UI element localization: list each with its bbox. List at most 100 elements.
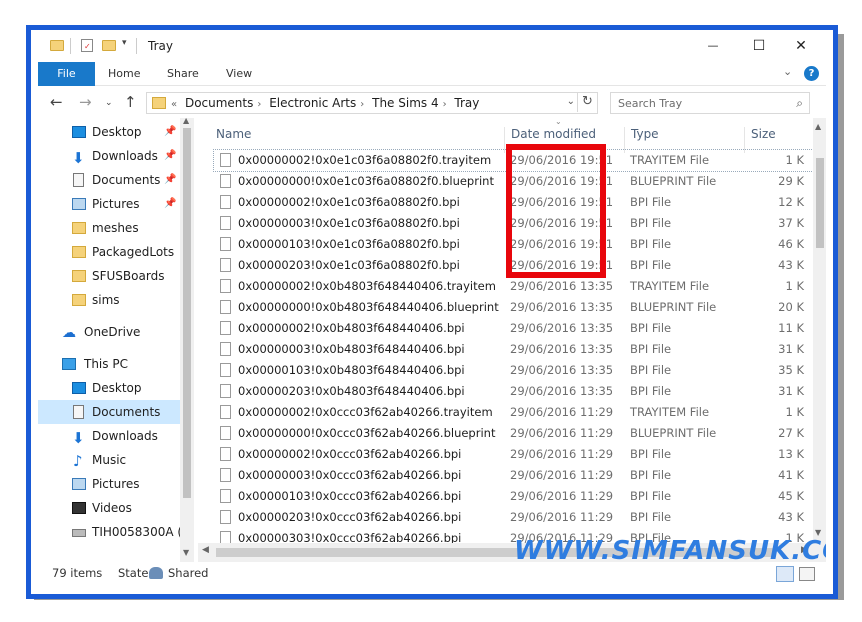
file-date: 29/06/2016 11:29	[510, 447, 614, 461]
file-list-scrollbar[interactable]: ▲ ▼	[813, 118, 826, 562]
table-row[interactable]: 0x00000000!0x0b4803f648440406.blueprint 2…	[214, 297, 813, 318]
help-button[interactable]: ?	[804, 66, 819, 81]
file-name: 0x00000002!0x0b4803f648440406.bpi	[238, 321, 465, 335]
file-size: 43 K	[778, 510, 804, 524]
pin-icon[interactable]: 📌	[164, 192, 176, 216]
folder-icon	[72, 222, 86, 234]
nav-pane-scrollbar[interactable]: ▲ ▼	[180, 116, 194, 562]
highlight-box	[506, 144, 606, 278]
breadcrumb-tray[interactable]: Tray	[454, 96, 479, 110]
navigation-bar: ← → ⌄ ↑ « Documents › Electronic Arts › Th…	[38, 88, 826, 118]
address-bar[interactable]: « Documents › Electronic Arts › The Sims 4…	[146, 92, 598, 114]
scroll-down-icon[interactable]: ▼	[183, 548, 189, 557]
breadcrumb-documents[interactable]: Documents	[185, 96, 253, 110]
file-size: 45 K	[778, 489, 804, 503]
table-row[interactable]: 0x00000203!0x0b4803f648440406.bpi 29/06/2…	[214, 381, 813, 402]
table-row[interactable]: 0x00000002!0x0b4803f648440406.trayitem 29…	[214, 276, 813, 297]
table-row[interactable]: 0x00000000!0x0ccc03f62ab40266.blueprint 2…	[214, 423, 813, 444]
nav-item-sfusboards[interactable]: SFUSBoards	[38, 264, 180, 288]
breadcrumb-electronic-arts[interactable]: Electronic Arts	[269, 96, 356, 110]
table-row[interactable]: 0x00000002!0x0ccc03f62ab40266.trayitem 29…	[214, 402, 813, 423]
file-date: 29/06/2016 13:35	[510, 279, 614, 293]
nav-item-desktop[interactable]: Desktop 📌	[38, 120, 180, 144]
column-size[interactable]: Size	[751, 127, 776, 141]
file-icon	[220, 489, 231, 503]
nav-item-pc-videos[interactable]: Videos	[38, 496, 180, 520]
divider	[70, 38, 71, 54]
table-row[interactable]: 0x00000203!0x0ccc03f62ab40266.bpi 29/06/2…	[214, 507, 813, 528]
file-type: BPI File	[630, 216, 672, 230]
nav-item-pc-documents[interactable]: Documents	[38, 400, 180, 424]
expand-ribbon-icon[interactable]: ⌄	[783, 65, 792, 78]
file-size: 31 K	[778, 342, 804, 356]
table-row[interactable]: 0x00000003!0x0ccc03f62ab40266.bpi 29/06/2…	[214, 465, 813, 486]
column-date-modified[interactable]: Date modified	[511, 127, 596, 141]
scrollbar-thumb[interactable]	[816, 158, 824, 248]
nav-item-pc-drive[interactable]: TIH0058300A (C:	[38, 520, 194, 544]
nav-item-pc-pictures[interactable]: Pictures	[38, 472, 180, 496]
table-row[interactable]: 0x00000002!0x0ccc03f62ab40266.bpi 29/06/2…	[214, 444, 813, 465]
tab-view[interactable]: View	[226, 62, 252, 86]
chevron-right-icon: ›	[257, 99, 262, 110]
file-type: BPI File	[630, 237, 672, 251]
table-row[interactable]: 0x00000103!0x0b4803f648440406.bpi 29/06/2…	[214, 360, 813, 381]
scroll-left-icon[interactable]: ◀	[202, 545, 209, 555]
file-name: 0x00000003!0x0ccc03f62ab40266.bpi	[238, 468, 462, 482]
chevron-right-icon: ›	[360, 99, 365, 110]
nav-item-downloads[interactable]: ⬇ Downloads 📌	[38, 144, 180, 168]
close-button[interactable]: ✕	[778, 35, 824, 57]
nav-item-sims[interactable]: sims	[38, 288, 180, 312]
quick-access-dropdown-icon[interactable]: ▾	[122, 38, 127, 48]
scroll-up-icon[interactable]: ▲	[183, 116, 189, 125]
column-name[interactable]: Name	[216, 127, 251, 141]
nav-item-meshes[interactable]: meshes	[38, 216, 180, 240]
tab-file[interactable]: File	[38, 62, 95, 86]
new-folder-icon[interactable]	[102, 40, 116, 51]
search-input[interactable]: Search Tray ⌕	[610, 92, 810, 114]
scroll-up-icon[interactable]: ▲	[815, 122, 821, 131]
breadcrumb-the-sims-4[interactable]: The Sims 4	[372, 96, 438, 110]
pin-icon[interactable]: 📌	[164, 168, 176, 192]
pin-icon[interactable]: 📌	[164, 144, 176, 168]
nav-item-packagedlots[interactable]: PackagedLots	[38, 240, 180, 264]
nav-item-documents[interactable]: Documents 📌	[38, 168, 180, 192]
tab-share[interactable]: Share	[167, 62, 199, 86]
file-size: 31 K	[778, 384, 804, 398]
nav-item-this-pc[interactable]: This PC	[38, 352, 180, 376]
details-view-icon[interactable]	[776, 566, 794, 582]
file-size: 43 K	[778, 258, 804, 272]
nav-item-pc-downloads[interactable]: ⬇ Downloads	[38, 424, 180, 448]
file-name: 0x00000002!0x0b4803f648440406.trayitem	[238, 279, 496, 293]
file-type: BPI File	[630, 489, 672, 503]
scrollbar-thumb[interactable]	[183, 128, 191, 498]
pin-icon[interactable]: 📌	[164, 120, 176, 144]
file-type: BPI File	[630, 195, 672, 209]
maximize-button[interactable]: ☐	[736, 35, 782, 57]
tab-home[interactable]: Home	[108, 62, 140, 86]
column-type[interactable]: Type	[631, 127, 659, 141]
address-dropdown-icon[interactable]: ⌄	[567, 96, 575, 107]
file-icon	[220, 447, 231, 461]
file-type: TRAYITEM File	[630, 405, 710, 419]
nav-item-pc-music[interactable]: ♪ Music	[38, 448, 180, 472]
back-arrow-icon[interactable]: ←	[50, 93, 63, 111]
properties-icon[interactable]: ✓	[81, 39, 93, 52]
large-icons-view-icon[interactable]	[799, 567, 815, 581]
file-icon	[220, 258, 231, 272]
file-icon	[220, 384, 231, 398]
forward-arrow-icon[interactable]: →	[79, 93, 92, 111]
nav-item-onedrive[interactable]: ☁ OneDrive	[38, 320, 180, 344]
nav-item-pictures[interactable]: Pictures 📌	[38, 192, 180, 216]
refresh-icon[interactable]: ↻	[577, 92, 597, 112]
overflow-icon[interactable]: «	[171, 99, 177, 110]
table-row[interactable]: 0x00000003!0x0b4803f648440406.bpi 29/06/2…	[214, 339, 813, 360]
file-date: 29/06/2016 13:35	[510, 321, 614, 335]
nav-item-pc-desktop[interactable]: Desktop	[38, 376, 180, 400]
minimize-button[interactable]: —	[690, 35, 736, 57]
recent-locations-icon[interactable]: ⌄	[105, 98, 113, 108]
up-arrow-icon[interactable]: ↑	[124, 93, 137, 111]
file-name: 0x00000002!0x0ccc03f62ab40266.bpi	[238, 447, 462, 461]
table-row[interactable]: 0x00000103!0x0ccc03f62ab40266.bpi 29/06/2…	[214, 486, 813, 507]
file-icon	[220, 321, 231, 335]
table-row[interactable]: 0x00000002!0x0b4803f648440406.bpi 29/06/2…	[214, 318, 813, 339]
